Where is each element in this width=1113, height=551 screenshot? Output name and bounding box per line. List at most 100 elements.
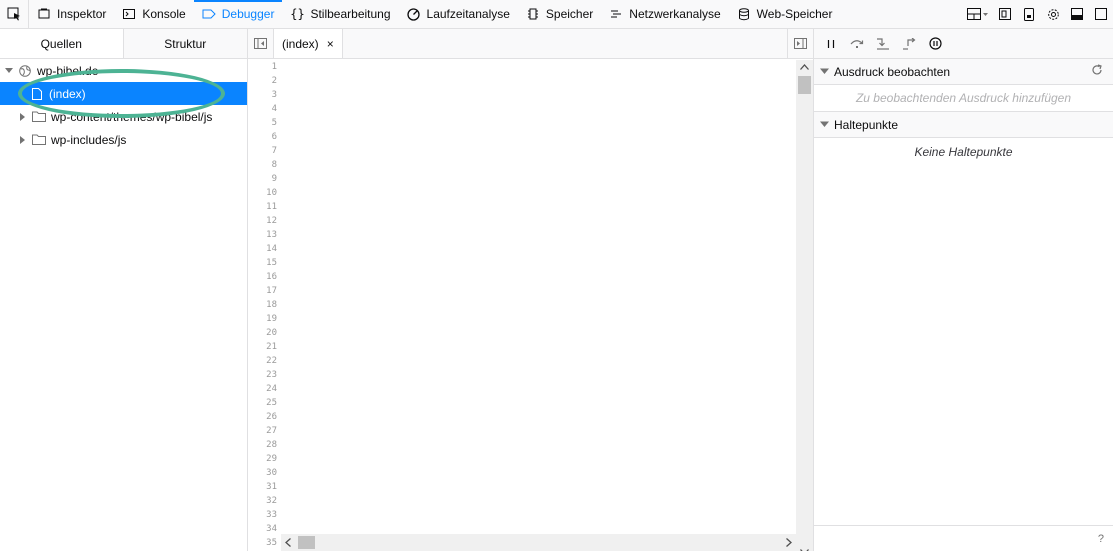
tree-item-label: wp-bibel.de — [37, 63, 99, 78]
sidebar-footer: ? — [814, 525, 1113, 551]
line-number[interactable]: 13 — [248, 228, 281, 242]
line-number-gutter: 1 2 3 4 5 6 7 8 9 10 11 12 13 14 15 16 17 18 19 20 21 22 23 24 2… — [248, 60, 281, 551]
tab-outline[interactable]: Struktur — [123, 29, 247, 58]
tab-label: Konsole — [142, 7, 186, 21]
frame-select-button[interactable] — [1017, 0, 1041, 28]
pause-on-exceptions-button[interactable] — [922, 30, 948, 58]
editor-tab-index[interactable]: (index) × — [274, 29, 343, 58]
line-number[interactable]: 18 — [248, 298, 281, 312]
scroll-up-icon[interactable] — [800, 62, 809, 73]
line-number[interactable]: 7 — [248, 144, 281, 158]
pause-button[interactable] — [818, 30, 844, 58]
refresh-icon[interactable] — [1091, 64, 1103, 79]
step-over-button[interactable] — [844, 30, 870, 58]
collapsed-arrow-icon[interactable] — [18, 112, 28, 122]
toggle-debug-panel-button[interactable] — [787, 29, 813, 58]
responsive-icon — [999, 8, 1011, 20]
line-number[interactable]: 24 — [248, 382, 281, 396]
line-number[interactable]: 11 — [248, 200, 281, 214]
line-number[interactable]: 29 — [248, 452, 281, 466]
line-number[interactable]: 22 — [248, 354, 281, 368]
element-picker-icon — [7, 7, 20, 21]
step-out-button[interactable] — [896, 30, 922, 58]
line-number[interactable]: 21 — [248, 340, 281, 354]
toolbar-right-controls — [963, 0, 1113, 28]
breakpoints-header[interactable]: Haltepunkte — [814, 112, 1113, 138]
line-number[interactable]: 30 — [248, 466, 281, 480]
line-number[interactable]: 23 — [248, 368, 281, 382]
line-number[interactable]: 27 — [248, 424, 281, 438]
toggle-sources-panel-button[interactable] — [248, 29, 274, 58]
sources-panel: Quellen Struktur wp-bibel.de (index) wp-… — [0, 29, 248, 551]
line-number[interactable]: 31 — [248, 480, 281, 494]
tab-performance[interactable]: Laufzeitanalyse — [399, 0, 518, 28]
watch-expression-input[interactable]: Zu beobachtenden Ausdruck hinzufügen — [814, 85, 1113, 112]
close-devtools-button[interactable] — [1089, 0, 1113, 28]
horizontal-scroll-thumb[interactable] — [298, 536, 315, 549]
tab-memory[interactable]: Speicher — [518, 0, 601, 28]
line-number[interactable]: 35 — [248, 536, 281, 550]
line-number[interactable]: 15 — [248, 256, 281, 270]
line-number[interactable]: 25 — [248, 396, 281, 410]
help-button[interactable]: ? — [1098, 533, 1104, 545]
scroll-down-icon[interactable] — [800, 547, 809, 551]
line-number[interactable]: 3 — [248, 88, 281, 102]
collapsed-arrow-icon[interactable] — [18, 135, 28, 145]
line-number[interactable]: 4 — [248, 102, 281, 116]
line-number[interactable]: 14 — [248, 242, 281, 256]
memory-icon — [526, 7, 540, 21]
scroll-left-icon[interactable] — [285, 538, 291, 550]
line-number[interactable]: 20 — [248, 326, 281, 340]
line-number[interactable]: 5 — [248, 116, 281, 130]
line-number[interactable]: 34 — [248, 522, 281, 536]
horizontal-scrollbar[interactable] — [281, 534, 796, 551]
expanded-arrow-icon — [818, 68, 830, 75]
tab-debugger[interactable]: Debugger — [193, 0, 283, 28]
storage-icon — [737, 7, 751, 21]
element-picker-button[interactable] — [0, 0, 29, 28]
expanded-arrow-icon[interactable] — [4, 66, 14, 76]
settings-button[interactable] — [1041, 0, 1065, 28]
scroll-right-icon[interactable] — [786, 538, 792, 550]
tree-item-domain[interactable]: wp-bibel.de — [0, 59, 247, 82]
tab-sources[interactable]: Quellen — [0, 29, 124, 58]
tree-item-index[interactable]: (index) — [0, 82, 247, 105]
tree-item-folder[interactable]: wp-content/themes/wp-bibel/js — [0, 105, 247, 128]
sidebar-toggle-icon — [254, 38, 267, 49]
line-number[interactable]: 19 — [248, 312, 281, 326]
network-icon — [609, 7, 623, 21]
line-number[interactable]: 10 — [248, 186, 281, 200]
folder-icon — [32, 110, 46, 124]
line-number[interactable]: 32 — [248, 494, 281, 508]
step-in-button[interactable] — [870, 30, 896, 58]
line-number[interactable]: 2 — [248, 74, 281, 88]
line-number[interactable]: 28 — [248, 438, 281, 452]
vertical-scroll-thumb[interactable] — [798, 76, 811, 94]
line-number[interactable]: 8 — [248, 158, 281, 172]
tab-storage[interactable]: Web-Speicher — [729, 0, 841, 28]
tab-inspector[interactable]: Inspektor — [29, 0, 114, 28]
line-number[interactable]: 9 — [248, 172, 281, 186]
line-number[interactable]: 6 — [248, 130, 281, 144]
line-number[interactable]: 1 — [248, 60, 281, 74]
tab-network[interactable]: Netzwerkanalyse — [601, 0, 728, 28]
tab-console[interactable]: Konsole — [114, 0, 193, 28]
vertical-scrollbar[interactable] — [796, 60, 813, 551]
step-out-icon — [903, 37, 916, 50]
braces-icon: {} — [290, 7, 305, 21]
line-number[interactable]: 17 — [248, 284, 281, 298]
line-number[interactable]: 26 — [248, 410, 281, 424]
tab-label: Debugger — [221, 7, 275, 21]
dock-side-button[interactable] — [1065, 0, 1089, 28]
sources-tabs: Quellen Struktur — [0, 29, 247, 59]
tab-style-editor[interactable]: {} Stilbearbeitung — [282, 0, 398, 28]
watch-expressions-header[interactable]: Ausdruck beobachten — [814, 59, 1113, 85]
close-tab-icon[interactable]: × — [327, 37, 334, 51]
line-number[interactable]: 16 — [248, 270, 281, 284]
tree-item-folder[interactable]: wp-includes/js — [0, 128, 247, 151]
dock-menu-button[interactable] — [963, 0, 993, 28]
line-number[interactable]: 12 — [248, 214, 281, 228]
tab-label: Laufzeitanalyse — [426, 7, 510, 21]
line-number[interactable]: 33 — [248, 508, 281, 522]
responsive-design-button[interactable] — [993, 0, 1017, 28]
